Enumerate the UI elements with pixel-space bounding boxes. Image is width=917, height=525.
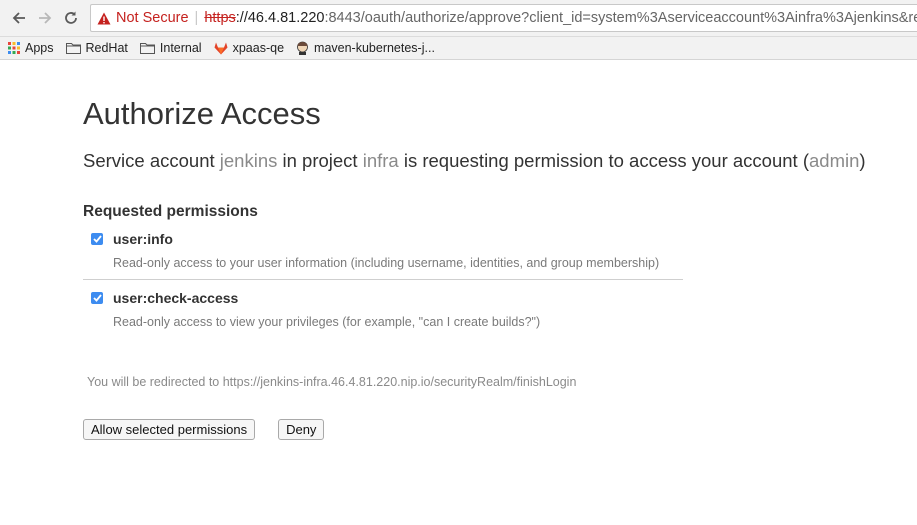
bookmark-label: Apps: [25, 41, 54, 55]
bookmark-label: xpaas-qe: [232, 41, 285, 55]
bookmark-label: RedHat: [85, 41, 128, 55]
permission-description: Read-only access to view your privileges…: [113, 315, 541, 329]
permission-item-user-info: user:info Read-only access to your user …: [83, 230, 683, 280]
permission-name: user:check-access: [113, 290, 239, 306]
forward-arrow-icon: [39, 12, 52, 24]
back-button[interactable]: [6, 5, 32, 31]
page-content: Authorize Access Service account jenkins…: [0, 95, 917, 440]
back-arrow-icon: [12, 12, 25, 24]
project-name: infra: [362, 150, 399, 171]
permission-description: Read-only access to your user informatio…: [113, 256, 660, 270]
bookmark-label: maven-kubernetes-j...: [314, 41, 435, 55]
allow-permissions-button[interactable]: Allow selected permissions: [83, 419, 256, 440]
forward-button[interactable]: [32, 5, 58, 31]
warning-icon: [97, 12, 111, 24]
apps-grid-icon: [8, 42, 20, 54]
bookmark-apps[interactable]: Apps: [8, 41, 54, 55]
folder-icon: [65, 42, 81, 54]
redirect-notice: You will be redirected to https://jenkin…: [87, 375, 577, 389]
address-bar[interactable]: Not Secure | https://46.4.81.220:8443/oa…: [90, 4, 917, 32]
permission-checkbox[interactable]: [91, 292, 103, 304]
action-buttons: Allow selected permissions Deny: [83, 419, 917, 440]
address-separator: |: [194, 10, 199, 26]
not-secure-label: Not Secure: [116, 10, 189, 26]
permission-item-user-check-access: user:check-access Read-only access to vi…: [83, 289, 683, 330]
checkmark-icon: [92, 235, 102, 243]
bookmarks-bar: Apps RedHat Internal xpaas-qe maven-kube…: [0, 37, 917, 60]
gitlab-icon: [214, 42, 228, 55]
user-account-name: admin: [809, 150, 860, 171]
url-path: :8443/oauth/authorize/approve?client_id=…: [324, 10, 917, 26]
bookmark-internal[interactable]: Internal: [139, 41, 202, 55]
checkmark-icon: [92, 294, 102, 302]
permission-name: user:info: [113, 231, 173, 247]
subtitle-text: is requesting permission to access your …: [398, 150, 809, 171]
subtitle-text: ): [859, 150, 866, 171]
url-scheme: https: [204, 10, 236, 26]
permissions-heading: Requested permissions: [83, 203, 258, 220]
bookmark-xpaas-qe[interactable]: xpaas-qe: [214, 41, 284, 55]
reload-button[interactable]: [58, 5, 84, 31]
page-title: Authorize Access: [83, 96, 321, 131]
browser-toolbar: Not Secure | https://46.4.81.220:8443/oa…: [0, 0, 917, 37]
service-account-name: jenkins: [219, 150, 278, 171]
reload-icon: [65, 11, 77, 24]
request-description: Service account jenkins in project infra…: [83, 149, 917, 173]
bookmark-maven-kubernetes[interactable]: maven-kubernetes-j...: [296, 41, 435, 55]
subtitle-text: Service account: [83, 150, 220, 171]
subtitle-text: in project: [277, 150, 363, 171]
bookmark-redhat[interactable]: RedHat: [65, 41, 128, 55]
bookmark-label: Internal: [159, 41, 202, 55]
url-host: ://46.4.81.220: [235, 10, 325, 26]
jenkins-icon: [296, 41, 309, 55]
deny-button[interactable]: Deny: [278, 419, 325, 440]
folder-icon: [139, 42, 155, 54]
permission-checkbox[interactable]: [91, 233, 103, 245]
